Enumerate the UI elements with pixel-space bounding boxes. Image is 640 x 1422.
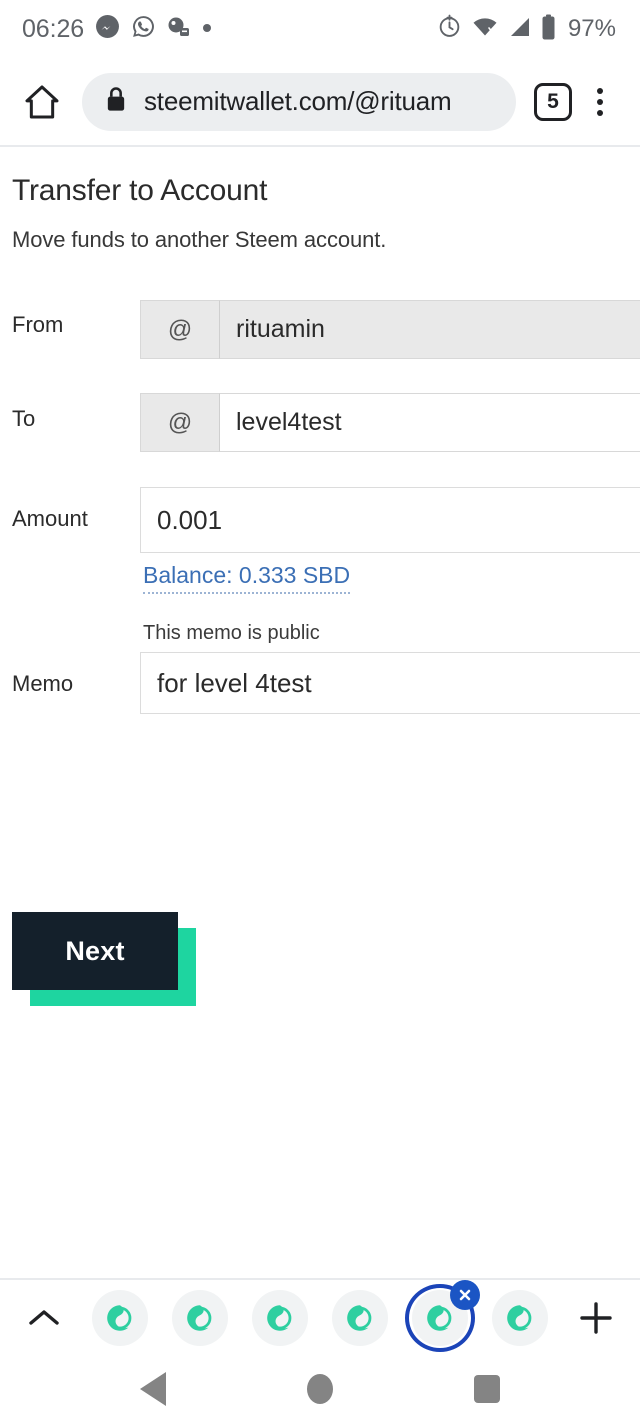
memo-input[interactable]: for level 4test xyxy=(140,652,640,714)
url-text: steemitwallet.com/@rituam xyxy=(144,86,452,116)
to-field-group: @ level4test xyxy=(140,393,640,452)
address-bar[interactable]: steemitwallet.com/@rituam xyxy=(82,72,516,131)
android-nav-bar xyxy=(0,1355,640,1422)
back-icon[interactable] xyxy=(140,1371,167,1406)
memo-public-hint: This memo is public xyxy=(143,622,320,644)
tab-item[interactable] xyxy=(492,1289,548,1346)
steemit-favicon xyxy=(347,1304,372,1331)
tab-item[interactable] xyxy=(92,1289,148,1346)
browser-toolbar: steemitwallet.com/@rituam 5 xyxy=(0,58,640,145)
to-input[interactable]: level4test xyxy=(220,393,640,452)
tab-switcher-strip xyxy=(0,1278,640,1355)
page-title: Transfer to Account xyxy=(12,174,268,207)
from-field-group: @ rituamin xyxy=(140,300,640,359)
tab-counter-button[interactable]: 5 xyxy=(534,82,572,121)
balance-link[interactable]: Balance: 0.333 SBD xyxy=(143,562,351,594)
status-bar-left: 06:26 xyxy=(22,14,212,44)
status-bar-right: 97% xyxy=(437,14,616,45)
steemit-favicon xyxy=(507,1304,532,1331)
steemit-favicon xyxy=(267,1304,292,1331)
recents-icon[interactable] xyxy=(473,1374,500,1403)
status-clock: 06:26 xyxy=(22,14,85,43)
from-input[interactable]: rituamin xyxy=(220,300,640,359)
from-at-prefix: @ xyxy=(140,300,220,359)
plus-icon[interactable] xyxy=(570,1292,622,1344)
steemit-favicon xyxy=(427,1304,452,1331)
chevron-up-icon[interactable] xyxy=(18,1292,70,1344)
status-bar: 06:26 97% xyxy=(0,0,640,58)
alarm-icon xyxy=(437,14,462,44)
battery-icon xyxy=(541,14,556,45)
wifi-icon xyxy=(472,16,498,43)
page-subtitle: Move funds to another Steem account. xyxy=(12,227,387,252)
amount-field-group: 0.001 S xyxy=(140,487,640,553)
memo-label: Memo xyxy=(12,671,74,696)
web-page-content: Transfer to Account Move funds to anothe… xyxy=(0,147,640,1278)
next-button-wrapper: Next xyxy=(12,912,212,1022)
to-label: To xyxy=(12,406,36,431)
dot-icon xyxy=(202,20,212,38)
next-button[interactable]: Next xyxy=(12,912,178,990)
to-at-prefix: @ xyxy=(140,393,220,452)
phone-screen: 06:26 97% steemitwallet.com/@rituam 5 Tr… xyxy=(0,0,640,1422)
tab-item[interactable] xyxy=(332,1289,388,1346)
chat-group-icon xyxy=(167,16,191,43)
home-circle-icon[interactable] xyxy=(306,1373,333,1404)
amount-label: Amount xyxy=(12,506,88,531)
tab-item[interactable] xyxy=(172,1289,228,1346)
cell-signal-icon xyxy=(508,16,531,43)
battery-percent: 97% xyxy=(567,15,616,42)
amount-input[interactable]: 0.001 xyxy=(140,487,640,553)
tab-item[interactable] xyxy=(252,1289,308,1346)
lock-icon xyxy=(104,85,128,118)
from-label: From xyxy=(12,312,64,337)
whatsapp-icon xyxy=(131,14,156,44)
steemit-favicon xyxy=(107,1304,132,1331)
close-x-icon[interactable] xyxy=(450,1279,480,1310)
home-icon[interactable] xyxy=(20,80,64,124)
steemit-favicon xyxy=(187,1304,212,1331)
tab-list xyxy=(70,1279,570,1355)
overflow-menu-icon[interactable] xyxy=(578,80,622,124)
messenger-icon xyxy=(95,14,120,44)
tab-item-active[interactable] xyxy=(405,1279,480,1352)
